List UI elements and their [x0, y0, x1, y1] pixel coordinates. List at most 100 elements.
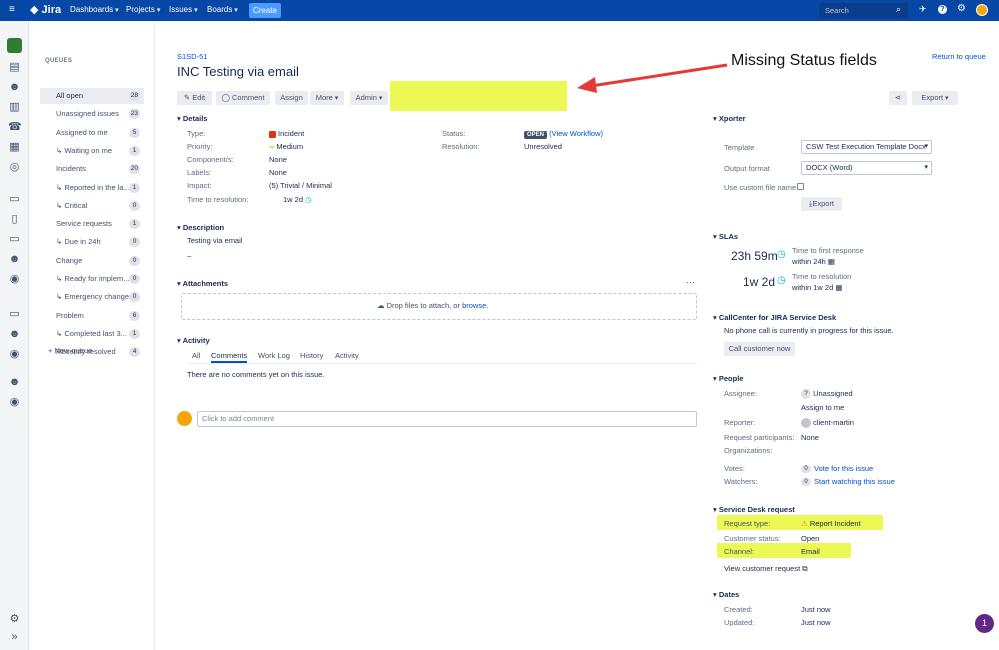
search-input[interactable]: Search: [819, 3, 908, 18]
service-desk-request-heading[interactable]: ▾ Service Desk request: [713, 505, 795, 514]
activity-heading[interactable]: ▾ Activity: [177, 336, 210, 345]
search-icon[interactable]: ⌕: [896, 4, 901, 15]
view-customer-request-link[interactable]: View customer request ⧉: [724, 564, 808, 574]
view-workflow-link[interactable]: (View Workflow): [549, 129, 603, 138]
vote-link[interactable]: Vote for this issue: [814, 464, 873, 473]
team-icon[interactable]: ☻: [8, 328, 21, 341]
comment-button[interactable]: ◯ Comment: [216, 91, 270, 105]
queue-item-count: 0: [129, 274, 140, 284]
xporter-export-button[interactable]: ⤓Export: [801, 197, 842, 211]
agents-icon[interactable]: ☻: [8, 376, 21, 389]
notifications-icon[interactable]: ✈: [919, 4, 927, 15]
sla-first-response-goal: within 24h ▦: [792, 257, 835, 266]
queues-icon[interactable]: ▤: [8, 61, 21, 74]
export-button[interactable]: Export: [912, 91, 958, 105]
add-comment-input[interactable]: Click to add comment: [197, 411, 697, 427]
queue-item[interactable]: ↳ Critical 0: [40, 198, 144, 214]
user-avatar[interactable]: [976, 4, 988, 16]
more-button[interactable]: More: [310, 91, 344, 105]
queue-item[interactable]: ↳ Waiting on me 1: [40, 143, 144, 159]
compass-icon[interactable]: ◉: [8, 348, 21, 361]
description-text[interactable]: Testing via email: [187, 236, 242, 245]
settings-gear-icon[interactable]: ⚙: [957, 3, 966, 14]
nav-dashboards[interactable]: Dashboards: [70, 5, 119, 14]
knowledge-base-icon[interactable]: ▦: [8, 141, 21, 154]
details-heading[interactable]: ▾ Details: [177, 114, 207, 123]
customers-icon[interactable]: ☻: [8, 81, 21, 94]
share-button[interactable]: ⋖: [889, 91, 907, 105]
queue-item-count: 0: [129, 200, 140, 211]
output-format-select[interactable]: DOCX (Word): [801, 161, 932, 175]
queue-item[interactable]: Incidents 20: [40, 161, 144, 177]
custom-filename-checkbox[interactable]: [797, 183, 804, 190]
activity-heading-text: Activity: [182, 336, 210, 345]
description-heading[interactable]: ▾ Description: [177, 223, 224, 232]
request-type-value-text: Report Incident: [809, 519, 861, 528]
queue-item[interactable]: Service requests 1: [40, 216, 144, 232]
new-queue-link[interactable]: + New queue: [48, 346, 92, 355]
monitor-icon[interactable]: ▭: [8, 233, 21, 246]
pages-icon[interactable]: ▯: [8, 213, 21, 226]
queue-item[interactable]: Assigned to me 5: [40, 125, 144, 141]
sidebar-settings-icon[interactable]: ⚙: [8, 613, 21, 626]
help-notification-badge[interactable]: 1: [975, 614, 994, 633]
queue-item[interactable]: ↳ Reported in the la... 1: [40, 180, 144, 196]
queue-item[interactable]: ↳ Emergency change 0: [40, 289, 144, 305]
queue-item[interactable]: ↳ Completed last 3... 1: [40, 326, 144, 342]
edit-button[interactable]: ✎ Edit: [177, 91, 212, 105]
nav-issues[interactable]: Issues: [169, 5, 198, 14]
create-button[interactable]: Create: [249, 3, 281, 18]
admin-button[interactable]: Admin: [350, 91, 388, 105]
customer-status-value: Open: [801, 534, 820, 543]
nav-projects[interactable]: Projects: [126, 5, 160, 14]
channels-icon[interactable]: ☎: [8, 121, 22, 134]
tab-activity[interactable]: Activity: [335, 351, 359, 360]
return-to-queue-link[interactable]: Return to queue: [932, 52, 986, 61]
tab-comments[interactable]: Comments: [211, 351, 248, 363]
reporter-value[interactable]: client-martin: [801, 418, 854, 429]
description-extra: –: [187, 251, 192, 260]
project-settings-icon[interactable]: ◎: [8, 161, 21, 174]
expand-sidebar-icon[interactable]: »: [8, 631, 21, 644]
issue-key-link[interactable]: S1SD-51: [177, 52, 207, 61]
dates-heading[interactable]: ▾ Dates: [713, 590, 739, 599]
screen-icon[interactable]: ▭: [8, 308, 21, 321]
template-select[interactable]: CSW Test Execution Template Docx: [801, 140, 932, 154]
xporter-heading[interactable]: ▾ Xporter: [713, 114, 746, 123]
slas-heading[interactable]: ▾ SLAs: [713, 232, 738, 241]
queue-item[interactable]: All open 28: [40, 88, 144, 104]
shortcuts-icon[interactable]: ▭: [8, 193, 21, 206]
assignee-value-text: Unassigned: [813, 389, 853, 398]
explore-icon[interactable]: ◉: [8, 273, 21, 286]
call-customer-button[interactable]: Call customer now: [724, 342, 795, 356]
people-icon[interactable]: ☻: [8, 253, 21, 266]
labels-label: Labels:: [187, 168, 212, 177]
assign-to-me-link[interactable]: Assign to me: [801, 403, 844, 412]
assign-button[interactable]: Assign: [275, 91, 308, 105]
nav-boards[interactable]: Boards: [207, 5, 238, 14]
participants-value: None: [801, 433, 819, 442]
people-heading[interactable]: ▾ People: [713, 374, 743, 383]
upload-cloud-icon: ☁: [377, 301, 387, 310]
discover-icon[interactable]: ◉: [8, 396, 21, 409]
reports-icon[interactable]: ▥: [8, 101, 21, 114]
watch-link[interactable]: Start watching this issue: [814, 477, 895, 486]
jira-logo[interactable]: ◆ Jira: [30, 3, 61, 16]
attachments-menu-icon[interactable]: ···: [686, 277, 695, 287]
browse-link[interactable]: browse.: [462, 301, 488, 310]
issue-title[interactable]: INC Testing via email: [177, 64, 299, 79]
queue-item[interactable]: Unassigned issues 23: [40, 106, 144, 122]
attachments-heading[interactable]: ▾ Attachments: [177, 279, 228, 288]
tab-history[interactable]: History: [300, 351, 323, 360]
help-icon[interactable]: ?: [938, 5, 947, 14]
queue-item[interactable]: Problem 6: [40, 308, 144, 324]
callcenter-heading[interactable]: ▾ CallCenter for JIRA Service Desk: [713, 313, 836, 322]
tab-all[interactable]: All: [192, 351, 200, 360]
queue-item[interactable]: Change 0: [40, 253, 144, 269]
queue-item[interactable]: ↳ Ready for implem... 0: [40, 271, 144, 287]
xporter-export-label: Export: [812, 199, 834, 208]
queue-item[interactable]: ↳ Due in 24h 0: [40, 234, 144, 250]
tab-work-log[interactable]: Work Log: [258, 351, 290, 360]
project-avatar[interactable]: [7, 38, 22, 53]
app-switcher-icon[interactable]: ≡: [9, 4, 15, 15]
